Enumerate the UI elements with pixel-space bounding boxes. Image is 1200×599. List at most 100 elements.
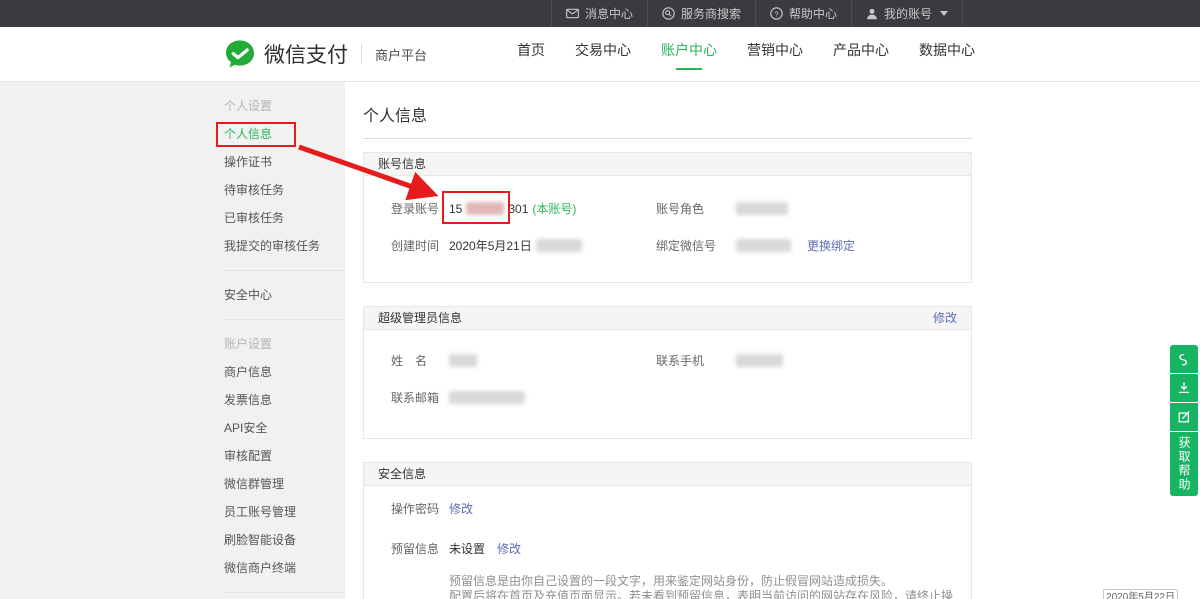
sidebar-item-personal-info[interactable]: 个人信息: [224, 120, 345, 148]
redacted-value: [466, 202, 504, 215]
account-role-value: [736, 202, 792, 215]
topbar-item-message-center[interactable]: 消息中心: [551, 0, 647, 27]
admin-name-value: [449, 354, 656, 367]
redacted-value: [736, 239, 791, 252]
sidebar-item-security-center[interactable]: 安全中心: [224, 281, 345, 309]
redacted-value: [736, 354, 783, 367]
security-info-card: 安全信息 操作密码 修改 预留信息 未设置 修改: [363, 462, 972, 599]
get-help-button[interactable]: 获取帮助: [1170, 432, 1198, 496]
sidebar-item-merchant-info[interactable]: 商户信息: [224, 358, 345, 386]
sidebar-divider: [224, 319, 345, 320]
account-info-card: 账号信息 登录账号 15 301 (本账号) 账号角色: [363, 152, 972, 283]
topbar-item-label: 服务商搜索: [681, 5, 741, 22]
sidebar-item-staff-account-management[interactable]: 员工账号管理: [224, 498, 345, 526]
help-icon: ?: [770, 7, 783, 20]
sidebar-item-face-smart-device[interactable]: 刷脸智能设备: [224, 526, 345, 554]
contact-link-button[interactable]: [1170, 345, 1198, 373]
reserved-info-description: 预留信息是由你自己设置的一段文字，用来鉴定网站身份，防止假冒网站造成损失。 配置…: [449, 574, 957, 599]
account-info-card-title: 账号信息: [378, 153, 426, 175]
admin-name-label: 姓 名: [391, 352, 449, 369]
admin-name-row: 姓 名 联系手机: [391, 342, 957, 379]
bound-wechat-label: 绑定微信号: [656, 237, 736, 254]
download-button[interactable]: [1170, 374, 1198, 402]
nav-item-marketing-center[interactable]: 营销中心: [747, 34, 803, 74]
platform-name: 商户平台: [375, 45, 427, 64]
created-time-value: 2020年5月21日: [449, 237, 656, 254]
sidebar-item-wechat-merchant-terminal[interactable]: 微信商户终端: [224, 554, 345, 582]
sidebar-item-invoice-info[interactable]: 发票信息: [224, 386, 345, 414]
login-account-value: 15 301 (本账号): [449, 200, 656, 217]
admin-phone-label: 联系手机: [656, 352, 736, 369]
nav-item-transaction-center[interactable]: 交易中心: [575, 34, 631, 74]
sidebar-item-my-submitted-review-tasks[interactable]: 我提交的审核任务: [224, 232, 345, 260]
topbar-item-my-account[interactable]: 我的账号: [851, 0, 963, 27]
sidebar-item-reviewed-tasks[interactable]: 已审核任务: [224, 204, 345, 232]
brand-name: 微信支付: [264, 39, 348, 69]
operation-password-label: 操作密码: [391, 500, 449, 517]
topbar-item-help-center[interactable]: ? 帮助中心: [755, 0, 851, 27]
admin-email-row: 联系邮箱: [391, 379, 957, 416]
login-account-label: 登录账号: [391, 200, 449, 217]
sidebar-item-wechat-group-management[interactable]: 微信群管理: [224, 470, 345, 498]
security-info-card-header: 安全信息: [364, 463, 971, 486]
page-body: 个人设置 个人信息 操作证书 待审核任务 已审核任务 我提交的审核任务 安全中心…: [0, 82, 1200, 599]
sidebar-divider: [224, 270, 345, 271]
account-info-card-header: 账号信息: [364, 153, 971, 176]
topbar-item-label: 消息中心: [585, 5, 633, 22]
security-info-card-title: 安全信息: [378, 463, 426, 485]
main-area: 个人信息 账号信息 登录账号 15 301 (本账号): [345, 82, 1200, 599]
wechat-pay-logo-icon: [224, 38, 256, 70]
reserved-info-edit-link[interactable]: 修改: [497, 540, 521, 557]
sidebar-item-review-config[interactable]: 审核配置: [224, 442, 345, 470]
date-note: 2020年5月22日: [1103, 589, 1178, 599]
logo-divider: [361, 44, 362, 64]
nav-item-product-center[interactable]: 产品中心: [833, 34, 889, 74]
nav-item-account-center[interactable]: 账户中心: [661, 34, 717, 74]
floating-help-panel: 获取帮助: [1170, 345, 1198, 497]
bound-wechat-value: 更换绑定: [736, 237, 855, 254]
admin-email-value: [449, 391, 656, 404]
main-nav: 首页 交易中心 账户中心 营销中心 产品中心 数据中心: [517, 34, 975, 74]
rebind-wechat-link[interactable]: 更换绑定: [807, 237, 855, 254]
user-icon: [866, 8, 878, 20]
super-admin-card-header: 超级管理员信息 修改: [364, 307, 971, 330]
login-account-row: 登录账号 15 301 (本账号) 账号角色: [391, 190, 957, 227]
topbar: 消息中心 服务商搜索 ? 帮助中心 我的账号: [0, 0, 1200, 27]
sidebar-section-personal-settings: 个人设置: [224, 92, 345, 120]
page-title: 个人信息: [363, 82, 972, 126]
reserved-info-value: 未设置: [449, 540, 485, 557]
sidebar: 个人设置 个人信息 操作证书 待审核任务 已审核任务 我提交的审核任务 安全中心…: [0, 82, 345, 599]
created-time-label: 创建时间: [391, 237, 449, 254]
redacted-value: [536, 239, 582, 252]
topbar-item-label: 帮助中心: [789, 5, 837, 22]
sidebar-item-api-security[interactable]: API安全: [224, 414, 345, 442]
super-admin-card: 超级管理员信息 修改 姓 名 联系手机 联: [363, 306, 972, 439]
brand-logo[interactable]: 微信支付 商户平台: [224, 38, 427, 70]
nav-item-data-center[interactable]: 数据中心: [919, 34, 975, 74]
topbar-item-label: 我的账号: [884, 5, 932, 22]
admin-phone-value: [736, 354, 787, 367]
feedback-button[interactable]: [1170, 403, 1198, 431]
account-role-label: 账号角色: [656, 200, 736, 217]
reserved-info-row: 预留信息 未设置 修改: [391, 528, 957, 568]
super-admin-edit-link[interactable]: 修改: [933, 307, 957, 329]
message-icon: [566, 8, 579, 19]
operation-password-edit-link[interactable]: 修改: [449, 500, 473, 517]
operation-password-row: 操作密码 修改: [391, 488, 957, 528]
sidebar-item-pending-review-tasks[interactable]: 待审核任务: [224, 176, 345, 204]
reserved-info-label: 预留信息: [391, 540, 449, 557]
topbar-item-provider-search[interactable]: 服务商搜索: [647, 0, 755, 27]
download-icon: [1177, 381, 1191, 395]
created-time-row: 创建时间 2020年5月21日 绑定微信号 更换绑定: [391, 227, 957, 264]
sidebar-item-operation-certificate[interactable]: 操作证书: [224, 148, 345, 176]
redacted-value: [449, 354, 477, 367]
squiggle-link-icon: [1177, 352, 1191, 366]
search-icon: [662, 7, 675, 20]
current-account-tag: (本账号): [532, 200, 576, 217]
sidebar-divider: [224, 592, 345, 593]
redacted-value: [449, 391, 525, 404]
nav-item-home[interactable]: 首页: [517, 34, 545, 74]
admin-email-label: 联系邮箱: [391, 389, 449, 406]
title-divider: [363, 138, 972, 139]
edit-icon: [1177, 410, 1191, 424]
